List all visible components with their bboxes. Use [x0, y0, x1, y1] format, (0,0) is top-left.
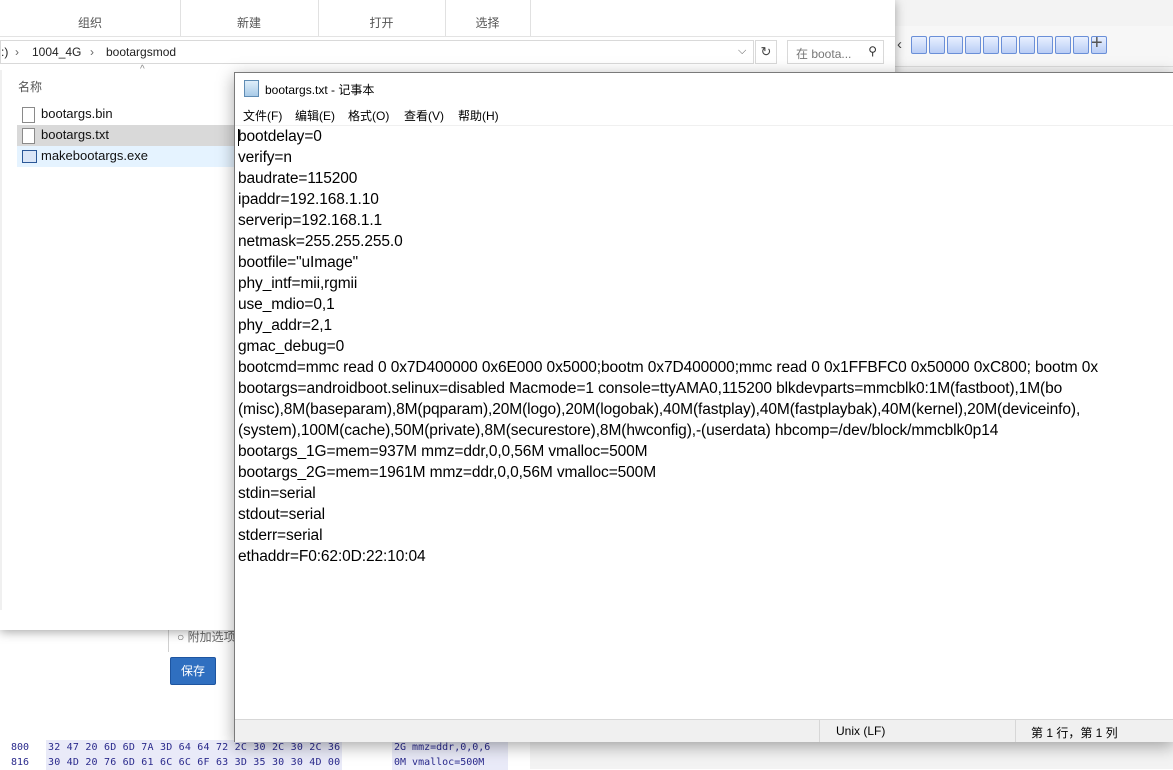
hex-ascii: 0M vmalloc=500M [392, 755, 508, 770]
menu-format[interactable]: 格式(O) [348, 107, 389, 124]
ribbon-group-label: 组织 [77, 16, 102, 30]
hex-address: 800 [11, 742, 30, 753]
bookmark-icons [911, 36, 1107, 54]
file-item[interactable]: bootargs.bin [17, 104, 235, 125]
bookmark-icon[interactable] [1037, 36, 1053, 54]
bookmark-icon[interactable] [1073, 36, 1089, 54]
status-divider [819, 720, 820, 742]
text-line: netmask=255.255.255.0 [238, 233, 403, 250]
chevron-down-icon[interactable]: ⌵ [738, 45, 746, 58]
status-bar: Unix (LF) 第 1 行，第 1 列 [235, 719, 1173, 742]
hex-row: 800 32 47 20 6D 6D 7A 3D 64 64 72 2C 30 … [0, 740, 530, 755]
address-bar: :) › 1004_4G › bootargsmod ⌵ ↻ 在 boota..… [0, 40, 895, 66]
text-line: ipaddr=192.168.1.10 [238, 191, 379, 208]
menu-edit[interactable]: 编辑(E) [295, 107, 335, 124]
bookmark-icon[interactable] [929, 36, 945, 54]
text-line: serverip=192.168.1.1 [238, 212, 383, 229]
breadcrumb-drive[interactable]: :) [1, 45, 8, 59]
ribbon-group-label: 新建 [236, 16, 261, 30]
text-line: bootfile="uImage" [238, 254, 359, 271]
text-line: baudrate=115200 [238, 170, 358, 187]
text-line: bootcmd=mmc read 0 0x7D400000 0x6E000 0x… [238, 359, 1098, 376]
navigation-pane-edge [0, 70, 2, 610]
chevron-right-icon: › [90, 45, 94, 59]
text-line: bootargs_2G=mem=1961M mmz=ddr,0,0,56M vm… [238, 464, 657, 481]
text-file-icon [22, 128, 35, 144]
status-line-ending: Unix (LF) [836, 724, 886, 738]
breadcrumb-folder[interactable]: 1004_4G [32, 45, 81, 59]
file-name: bootargs.txt [41, 127, 109, 142]
bookmark-icon[interactable] [911, 36, 927, 54]
menu-view[interactable]: 查看(V) [404, 107, 444, 124]
file-item[interactable]: makebootargs.exe [17, 146, 235, 167]
status-divider [1015, 720, 1016, 742]
hex-bytes: 32 47 20 6D 6D 7A 3D 64 64 72 2C 30 2C 3… [46, 740, 343, 755]
hex-bytes: 30 4D 20 76 6D 61 6C 6C 6F 63 3D 35 30 3… [46, 755, 343, 770]
text-line: gmac_debug=0 [238, 338, 345, 355]
text-line: bootargs_1G=mem=937M mmz=ddr,0,0,56M vma… [238, 443, 648, 460]
search-placeholder: 在 boota... [796, 47, 852, 61]
text-line: verify=n [238, 149, 292, 166]
ribbon: 组织 新建 打开 选择 [0, 0, 895, 37]
status-cursor-position: 第 1 行，第 1 列 [1031, 726, 1118, 740]
chevron-right-icon: › [15, 45, 19, 59]
save-button[interactable]: 保存 [170, 657, 216, 685]
notepad-window: bootargs.txt - 记事本 文件(F) 编辑(E) 格式(O) 查看(… [234, 72, 1173, 742]
title-bar[interactable]: bootargs.txt - 记事本 [235, 73, 1173, 103]
hex-ascii: 2G mmz=ddr,0,0,6 [392, 740, 508, 755]
file-item[interactable]: bootargs.txt [17, 125, 235, 146]
search-icon[interactable]: ⚲ [868, 44, 877, 58]
notepad-icon [244, 80, 259, 97]
text-line: (system),100M(cache),50M(private),8M(sec… [238, 422, 999, 439]
text-line: bootargs=androidboot.selinux=disabled Ma… [238, 380, 1063, 397]
menu-help[interactable]: 帮助(H) [458, 107, 499, 124]
text-file-icon [22, 107, 35, 123]
additional-option-label: ○ 附加选项 [168, 630, 236, 652]
text-line: (misc),8M(baseparam),8M(pqparam),20M(log… [238, 401, 1081, 418]
text-line: stdin=serial [238, 485, 316, 502]
option-label-text: 附加选项 [187, 630, 236, 644]
text-line: phy_intf=mii,rgmii [238, 275, 358, 292]
text-editor[interactable]: bootdelay=0 verify=n baudrate=115200 ipa… [235, 125, 1173, 720]
file-name: bootargs.bin [41, 106, 113, 121]
menu-bar: 文件(F) 编辑(E) 格式(O) 查看(V) 帮助(H) [235, 103, 1173, 125]
new-tab-plus-icon[interactable]: + [1091, 32, 1103, 55]
column-header-name[interactable]: 名称 [18, 78, 42, 95]
ribbon-group-label: 选择 [475, 16, 500, 30]
text-line: use_mdio=0,1 [238, 296, 335, 313]
ribbon-group-new[interactable]: 新建 [180, 0, 319, 36]
ribbon-group-label: 打开 [369, 16, 394, 30]
browser-toolbar: ‹ + [895, 26, 1173, 67]
breadcrumb-current[interactable]: bootargsmod [106, 45, 176, 59]
bookmark-icon[interactable] [983, 36, 999, 54]
ribbon-group-organize[interactable]: 组织 [0, 0, 181, 36]
bookmark-icon[interactable] [947, 36, 963, 54]
text-line: phy_addr=2,1 [238, 317, 333, 334]
text-line: ethaddr=F0:62:0D:22:10:04 [238, 548, 426, 565]
address-box[interactable]: :) › 1004_4G › bootargsmod ⌵ [0, 40, 754, 64]
ribbon-group-select[interactable]: 选择 [445, 0, 531, 36]
close-icon[interactable]: ‹ [897, 36, 902, 53]
bookmark-icon[interactable] [1001, 36, 1017, 54]
text-line: bootdelay=0 [238, 128, 322, 145]
text-line: stderr=serial [238, 527, 323, 544]
bookmark-icon[interactable] [1019, 36, 1035, 54]
ribbon-group-open[interactable]: 打开 [318, 0, 446, 36]
bookmark-icon[interactable] [1055, 36, 1071, 54]
hex-address: 816 [11, 757, 30, 768]
search-input[interactable]: 在 boota... ⚲ [787, 40, 884, 64]
hex-row: 816 30 4D 20 76 6D 61 6C 6C 6F 63 3D 35 … [0, 755, 530, 770]
text-line: stdout=serial [238, 506, 326, 523]
application-icon [22, 150, 37, 163]
file-name: makebootargs.exe [41, 148, 148, 163]
bookmark-icon[interactable] [965, 36, 981, 54]
sort-up-icon: ^ [140, 64, 145, 75]
menu-file[interactable]: 文件(F) [243, 107, 282, 124]
window-title: bootargs.txt - 记事本 [265, 83, 375, 97]
refresh-icon[interactable]: ↻ [755, 40, 777, 64]
